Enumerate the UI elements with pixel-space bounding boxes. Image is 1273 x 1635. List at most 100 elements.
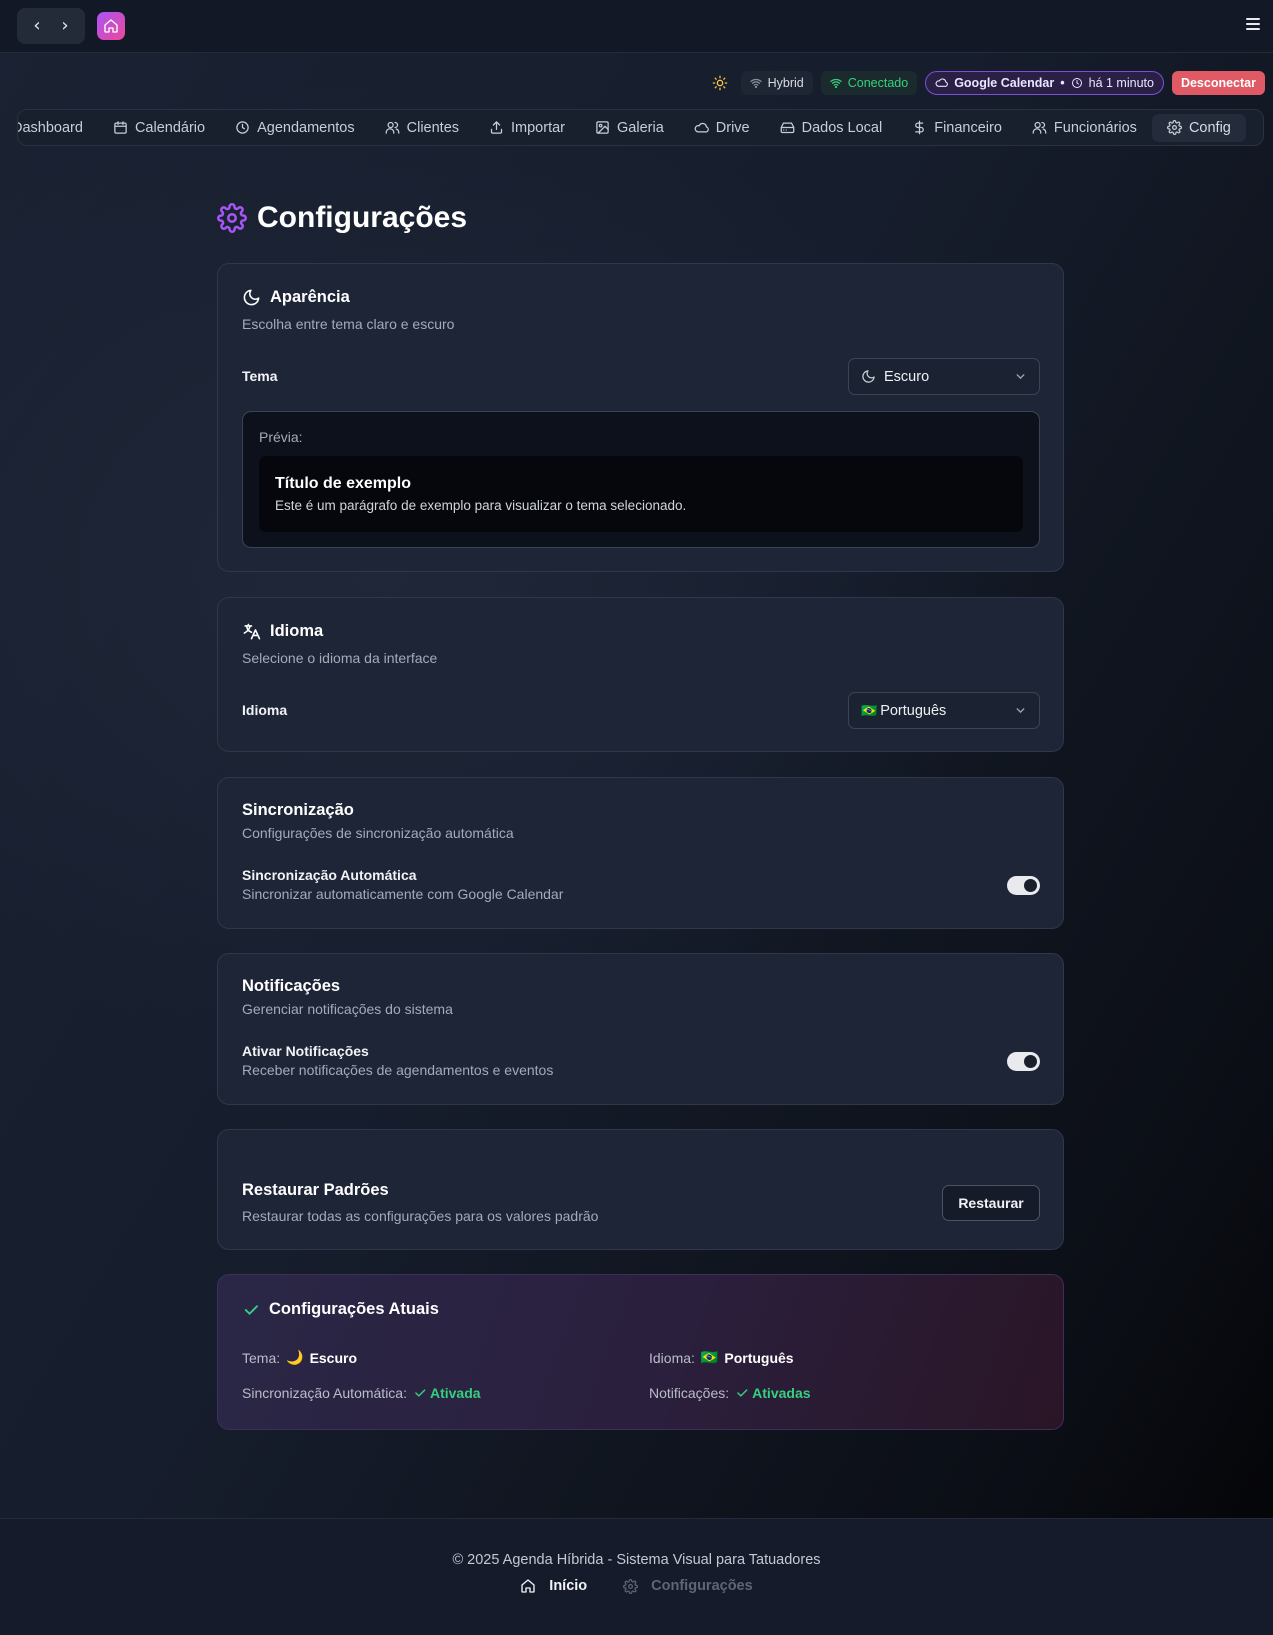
tab-label: Financeiro — [934, 119, 1002, 136]
upload-icon — [490, 121, 503, 134]
tab-label: Dashboard — [17, 119, 83, 136]
notifications-toggle[interactable] — [1007, 1052, 1040, 1071]
sun-icon — [712, 75, 728, 90]
sync-subtitle: Configurações de sincronização automátic… — [242, 825, 514, 841]
restore-title: Restaurar Padrões — [242, 1181, 389, 1199]
footer-home-link[interactable]: Início — [520, 1578, 587, 1594]
footer-home-label: Início — [549, 1578, 588, 1594]
summary-sync-label: Sincronização Automática: — [242, 1385, 407, 1401]
summary-language: Idioma: 🇧🇷 Português — [649, 1349, 794, 1366]
summary-sync-status: Ativada — [413, 1385, 481, 1401]
chevron-down-icon — [1016, 374, 1025, 380]
calendar-separator: • — [1060, 75, 1065, 90]
current-settings-card: Configurações Atuais Tema: 🌙 Escuro Idio… — [217, 1274, 1064, 1430]
notifications-subtitle: Gerenciar notificações do sistema — [242, 1001, 453, 1017]
page-title-text: Configurações — [257, 201, 468, 234]
tab-label: Clientes — [406, 119, 460, 136]
forward-button[interactable]: › — [61, 17, 68, 35]
notifications-option-desc: Receber notificações de agendamentos e e… — [242, 1062, 554, 1078]
flag-icon: 🇧🇷 — [861, 702, 878, 718]
notifications-card: Notificações Gerenciar notificações do s… — [217, 953, 1064, 1105]
summary-notif-status: Ativadas — [735, 1385, 811, 1401]
tab-label: Drive — [715, 119, 750, 136]
notifications-option-title: Ativar Notificações — [242, 1043, 369, 1059]
language-select[interactable]: 🇧🇷 Português — [848, 692, 1040, 729]
sync-option-title: Sincronização Automática — [242, 867, 417, 883]
translate-icon — [243, 623, 261, 640]
current-settings-heading: Configurações Atuais — [242, 1300, 439, 1319]
language-label: Idioma — [242, 702, 288, 718]
menu-icon[interactable] — [1246, 18, 1260, 30]
gear-icon — [623, 1578, 639, 1594]
summary-sync-value: Ativada — [429, 1385, 481, 1401]
preview-label: Prévia: — [259, 429, 303, 445]
tab-drive[interactable]: Drive — [679, 114, 765, 142]
check-icon — [415, 1389, 426, 1397]
tab-label: Calendário — [134, 119, 206, 136]
calendar-label: Google Calendar — [954, 75, 1055, 90]
top-bar: ‹ › — [0, 0, 1273, 53]
tab-dados-local[interactable]: Dados Local — [765, 114, 898, 142]
gear-icon — [1166, 120, 1182, 135]
footer-config-label: Configurações — [651, 1578, 753, 1594]
theme-select[interactable]: Escuro — [848, 358, 1040, 395]
home-button[interactable] — [97, 12, 125, 40]
calendar-icon — [114, 121, 127, 134]
hard-drive-icon — [780, 122, 794, 134]
tab-label: Galeria — [617, 119, 664, 136]
language-select-value: Português — [880, 702, 947, 719]
tab-financeiro[interactable]: Financeiro — [897, 114, 1017, 142]
clock-icon — [1071, 77, 1082, 88]
appearance-heading: Aparência — [242, 288, 350, 307]
sync-card: Sincronização Configurações de sincroniz… — [217, 777, 1064, 929]
wifi-icon — [830, 78, 842, 88]
tab-label: Funcionários — [1053, 119, 1137, 136]
cloud-icon — [935, 78, 949, 87]
tab-label: Agendamentos — [257, 119, 355, 136]
tab-importar[interactable]: Importar — [474, 114, 580, 142]
appearance-subtitle: Escolha entre tema claro e escuro — [242, 316, 455, 332]
restore-subtitle: Restaurar todas as configurações para os… — [242, 1208, 599, 1224]
home-icon — [521, 1579, 535, 1593]
main-tabs: Dashboard Calendário Agendamentos Client… — [17, 109, 1264, 146]
language-heading: Idioma — [242, 622, 323, 641]
google-calendar-badge[interactable]: Google Calendar • há 1 minuto — [925, 70, 1164, 95]
preview-title: Título de exemplo — [275, 475, 412, 492]
tab-calendario[interactable]: Calendário — [98, 114, 220, 142]
users-icon — [385, 121, 399, 134]
tab-funcionarios[interactable]: Funcionários — [1017, 114, 1152, 142]
clock-icon — [236, 121, 249, 134]
restore-button[interactable]: Restaurar — [942, 1185, 1040, 1221]
mode-label: Hybrid — [767, 75, 804, 90]
dollar-icon — [915, 120, 925, 135]
tab-config[interactable]: Config — [1151, 113, 1246, 142]
flag-icon: 🇧🇷 — [700, 1349, 719, 1365]
theme-select-value: Escuro — [884, 368, 930, 385]
summary-notif-value: Ativadas — [752, 1385, 811, 1401]
tab-dashboard[interactable]: Dashboard — [17, 114, 98, 142]
copyright: © 2025 Agenda Híbrida - Sistema Visual p… — [452, 1552, 821, 1568]
summary-theme: Tema: 🌙 Escuro — [242, 1349, 357, 1366]
sync-toggle[interactable] — [1007, 876, 1040, 895]
check-icon — [737, 1389, 748, 1397]
status-bar: Hybrid Conectado Google Calendar • há 1 … — [708, 70, 1265, 95]
check-icon — [244, 1304, 258, 1315]
tab-clientes[interactable]: Clientes — [370, 114, 474, 142]
disconnect-button[interactable]: Desconectar — [1171, 70, 1265, 95]
tab-galeria[interactable]: Galeria — [580, 114, 679, 142]
footer-config-link[interactable]: Configurações — [623, 1578, 753, 1594]
current-settings-title: Configurações Atuais — [269, 1300, 439, 1318]
summary-notifications: Notificações: Ativadas — [649, 1385, 811, 1401]
tab-label: Importar — [511, 119, 566, 136]
last-sync-label: há 1 minuto — [1088, 75, 1154, 90]
summary-notif-label: Notificações: — [649, 1385, 730, 1401]
tab-agendamentos[interactable]: Agendamentos — [220, 114, 370, 142]
summary-sync: Sincronização Automática: Ativada — [242, 1385, 481, 1401]
notifications-title: Notificações — [242, 977, 341, 995]
back-button[interactable]: ‹ — [33, 17, 40, 35]
preview-box: Título de exemplo Este é um parágrafo de… — [259, 456, 1023, 532]
language-title: Idioma — [270, 622, 324, 640]
language-subtitle: Selecione o idioma da interface — [242, 650, 438, 666]
history-nav: ‹ › — [17, 8, 85, 44]
theme-toggle-button[interactable] — [708, 70, 733, 95]
